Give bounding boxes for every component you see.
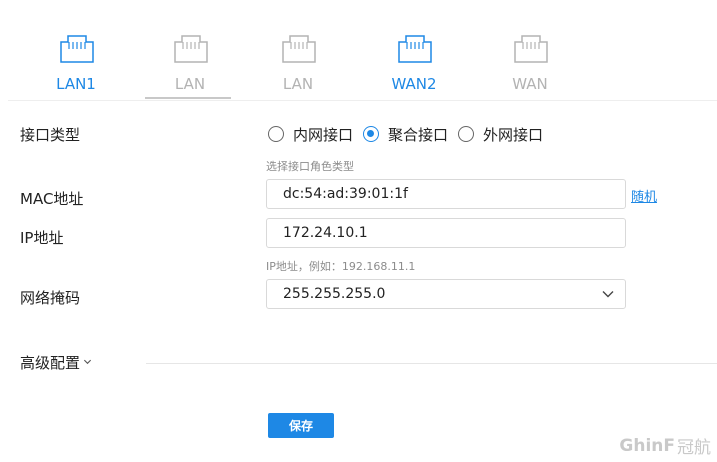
radio-label: 聚合接口 [388,125,449,144]
port-label: LAN [174,75,206,93]
watermark: GhinF 冠航 [619,433,711,459]
advanced-label: 高级配置 [20,354,81,372]
chevron-down-icon [83,359,92,365]
port-label: LAN1 [56,75,96,93]
advanced-toggle[interactable]: 高级配置 [20,352,92,373]
radio-label: 内网接口 [293,125,354,144]
port-tab-wan[interactable]: WAN [485,0,575,100]
port-tab-lan-3[interactable]: LAN [253,0,343,100]
radio-circle[interactable] [268,126,284,142]
ip-label: IP地址 [20,229,64,247]
interface-type-label: 接口类型 [20,126,81,144]
port-label: LAN [282,75,314,93]
ip-input[interactable]: 172.24.10.1 [266,218,626,248]
ethernet-port-icon [60,35,94,63]
ethernet-port-icon [174,35,208,63]
chevron-down-icon [602,291,614,298]
mac-label: MAC地址 [20,190,84,208]
interface-type-hint: 选择接口角色类型 [266,160,354,173]
port-tabs: LAN1 LAN LAN WAN2 WAN [0,0,717,100]
mac-random-link[interactable]: 随机 [631,186,657,205]
radio-label: 外网接口 [483,125,544,144]
advanced-divider [146,363,717,364]
ethernet-port-icon [398,35,432,63]
netmask-select[interactable]: 255.255.255.0 [266,279,626,309]
netmask-value: 255.255.255.0 [283,286,386,302]
radio-circle[interactable] [363,126,380,142]
port-tab-lan-2[interactable]: LAN [145,0,235,100]
tabs-divider [8,100,717,101]
save-button[interactable]: 保存 [268,413,334,438]
port-tab-wan2[interactable]: WAN2 [369,0,459,100]
netmask-label: 网络掩码 [20,289,81,307]
port-label: WAN [512,75,548,93]
radio-aggregate[interactable]: 聚合接口 [363,124,448,145]
mac-input[interactable]: dc:54:ad:39:01:1f [266,179,626,209]
ip-hint: IP地址，例如：192.168.11.1 [266,260,416,273]
radio-circle[interactable] [458,126,475,142]
interface-type-radio-group: 内网接口 聚合接口 外网接口 [268,123,553,145]
port-label: WAN2 [391,75,437,93]
radio-internal[interactable]: 内网接口 [268,124,353,145]
port-tab-lan1[interactable]: LAN1 [31,0,121,100]
ethernet-port-icon [282,35,316,63]
ethernet-port-icon [514,35,548,63]
radio-external[interactable]: 外网接口 [458,124,543,145]
watermark-en: GhinF [619,435,675,456]
watermark-cn: 冠航 [677,438,711,458]
